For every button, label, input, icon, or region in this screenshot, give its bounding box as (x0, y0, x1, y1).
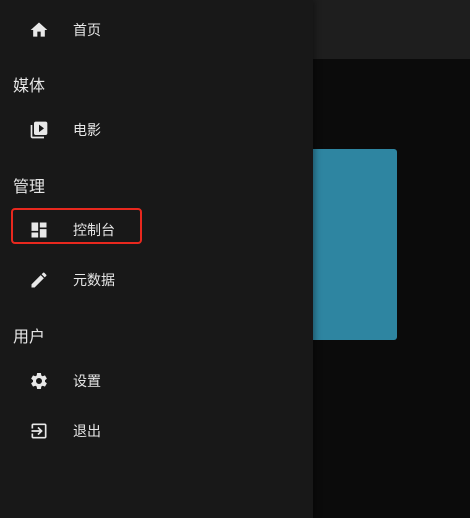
nav-item-home[interactable]: 首页 (0, 8, 313, 52)
nav-item-movies[interactable]: 电影 (0, 108, 313, 152)
nav-item-logout[interactable]: 退出 (0, 409, 313, 453)
nav-item-label: 首页 (73, 23, 101, 39)
nav-item-label: 电影 (73, 123, 101, 139)
video-library-icon (29, 120, 49, 140)
section-header-media: 媒体 (13, 76, 46, 95)
nav-item-metadata[interactable]: 元数据 (0, 258, 313, 302)
gear-icon (29, 371, 49, 391)
pencil-icon (29, 270, 49, 290)
logout-icon (29, 421, 49, 441)
app-header-bar (313, 0, 470, 59)
nav-item-label: 退出 (73, 424, 101, 440)
nav-item-label: 元数据 (73, 273, 115, 289)
app-root: 首页 媒体 电影 管理 控制台 元数据 用户 设置 退出 (0, 0, 470, 518)
media-card[interactable] (313, 149, 397, 340)
selection-highlight (11, 208, 142, 244)
nav-item-label: 设置 (73, 374, 101, 390)
nav-item-settings[interactable]: 设置 (0, 359, 313, 403)
section-header-admin: 管理 (13, 177, 46, 196)
section-header-user: 用户 (13, 327, 46, 346)
navigation-drawer: 首页 媒体 电影 管理 控制台 元数据 用户 设置 退出 (0, 0, 313, 518)
home-icon (29, 20, 49, 40)
